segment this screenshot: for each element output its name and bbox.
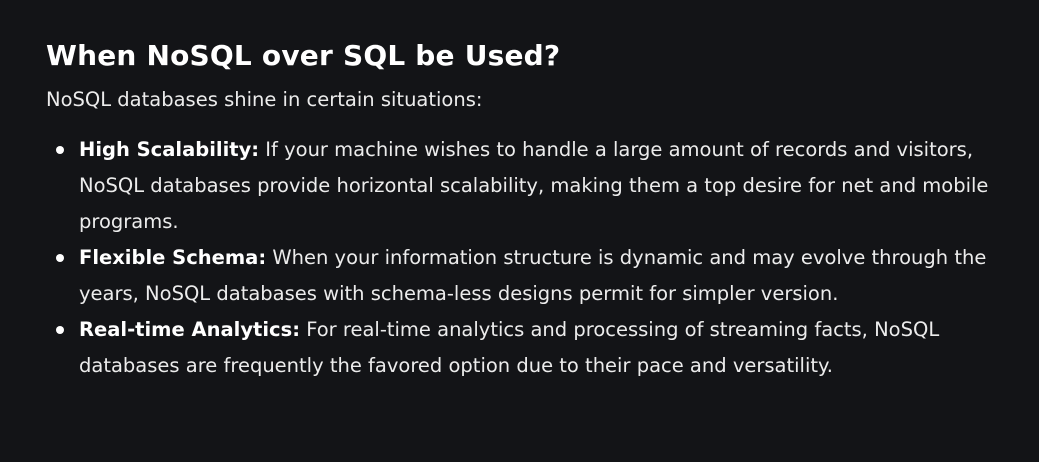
list-item-term: Real-time Analytics: xyxy=(79,318,301,341)
list-item-term: High Scalability: xyxy=(79,138,260,161)
bullet-icon xyxy=(56,254,64,262)
bullet-list: High Scalability: If your machine wishes… xyxy=(46,132,1006,384)
intro-paragraph: NoSQL databases shine in certain situati… xyxy=(46,88,483,111)
list-item-flexible-schema: Flexible Schema: When your information s… xyxy=(46,240,1006,312)
article-content: When NoSQL over SQL be Used? NoSQL datab… xyxy=(46,36,1006,384)
bullet-icon xyxy=(56,146,64,154)
bullet-icon xyxy=(56,326,64,334)
list-item-term: Flexible Schema: xyxy=(79,246,267,269)
list-item-real-time-analytics: Real-time Analytics: For real-time analy… xyxy=(46,312,1006,384)
section-heading: When NoSQL over SQL be Used? xyxy=(46,39,561,72)
list-item-high-scalability: High Scalability: If your machine wishes… xyxy=(46,132,1006,240)
